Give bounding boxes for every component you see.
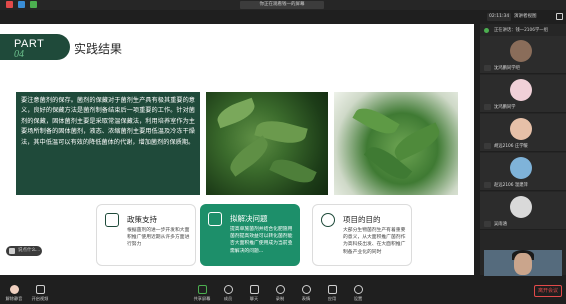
settings-button[interactable]: 设置	[346, 283, 370, 304]
users-icon	[223, 285, 233, 294]
avatar	[510, 79, 532, 101]
participant-tile[interactable]: 胡远2106 庄学暖	[480, 114, 566, 152]
avatar	[510, 196, 532, 218]
handshake-icon	[105, 213, 119, 227]
speaking-indicator: 正在讲话：钱一2106学一组	[480, 26, 566, 35]
participant-name: 吴雨涵	[494, 222, 507, 227]
slide-body-text: 要注意菌剂的保存。菌剂的保藏对于菌剂生产具有极其重要的意义，良好的保藏方法是菌剂…	[16, 92, 200, 195]
share-screen-button[interactable]: 共享屏幕	[190, 283, 214, 304]
speaking-dot-icon	[484, 28, 489, 33]
grid-icon	[327, 285, 337, 294]
fullscreen-icon[interactable]	[556, 13, 563, 20]
smile-icon	[301, 285, 311, 294]
card-title: 政策支持	[127, 215, 157, 224]
record-icon	[275, 285, 285, 294]
meeting-toolbar: 解除静音 开启视频 共享屏幕 成员 聊天 录制 表情 应用 设置	[0, 283, 566, 304]
tool-label: 解除静音	[5, 296, 23, 301]
tool-label: 设置	[353, 296, 363, 301]
chat-bubble-icon	[249, 285, 259, 294]
participant-panel: 正在讲话：钱一2106学一组 沈鸿鹏同学吧 沈鸿鹏同学 胡远2106 庄学暖 赵…	[480, 24, 566, 276]
mic-off-icon	[484, 143, 491, 149]
title-bar: 你正在观看钱一的屏幕	[0, 0, 566, 10]
plant-photo-light	[334, 92, 458, 195]
tool-label: 聊天	[249, 296, 259, 301]
gear-icon	[353, 285, 363, 294]
chat-button[interactable]: 聊天	[242, 283, 266, 304]
card-body: 大部分生物菌剂生产有着重要的意义，从大面积推广菌剂作为高科技出发、在大面积推广制…	[343, 228, 406, 255]
mic-off-icon	[484, 182, 491, 188]
tool-label: 应用	[327, 296, 337, 301]
unmute-button[interactable]: 解除静音	[2, 283, 26, 304]
video-person-face	[514, 253, 532, 275]
avatar	[510, 40, 532, 62]
participant-name: 沈鸿鹏同学吧	[494, 66, 520, 71]
shared-slide: PART 04 实践结果 要注意菌剂的保存。菌剂的保藏对于菌剂生产具有极其重要的…	[0, 24, 474, 275]
title-bar-icons	[6, 1, 37, 8]
meeting-window: 你正在观看钱一的屏幕 02:11:34 演讲者视图 PART 04 实践结果 要…	[0, 0, 566, 304]
record-button[interactable]: 录制	[268, 283, 292, 304]
speaking-label: 正在讲话：钱一2106学一组	[494, 28, 548, 33]
speaker-view-button[interactable]: 演讲者视图	[514, 13, 537, 21]
participant-name: 沈鸿鹏同学	[494, 105, 516, 110]
participant-tile[interactable]: 沈鸿鹏同学吧	[480, 36, 566, 74]
camera-icon	[35, 285, 45, 294]
leave-meeting-button[interactable]: 离开会议	[534, 285, 562, 297]
card-project-goal: 项目的目的 大部分生物菌剂生产有着重要的意义，从大面积推广菌剂作为高科技出发、在…	[312, 204, 412, 266]
apps-button[interactable]: 应用	[320, 283, 344, 304]
mic-icon	[9, 285, 19, 294]
plant-photo-dark	[206, 92, 328, 195]
reaction-button[interactable]: 表情	[294, 283, 318, 304]
signal-icon	[30, 1, 37, 8]
mic-off-icon	[484, 221, 491, 227]
view-bar: 02:11:34 演讲者视图	[0, 10, 566, 24]
mic-off-icon	[484, 65, 491, 71]
avatar	[510, 157, 532, 179]
card-body: 根据菌剂的进一步开发和大面积推广使用近期从许多方面进行努力	[127, 228, 190, 248]
card-policy-support: 政策支持 根据菌剂的进一步开发和大面积推广使用近期从许多方面进行努力	[96, 204, 196, 266]
avatar	[510, 118, 532, 140]
tool-label: 共享屏幕	[193, 296, 211, 301]
video-button[interactable]: 开启视频	[28, 283, 52, 304]
participant-tile[interactable]: 赵远2106 温建萍	[480, 153, 566, 191]
participants-button[interactable]: 成员	[216, 283, 240, 304]
chat-icon	[9, 248, 15, 254]
card-title: 拟解决问题	[230, 214, 268, 223]
tool-label: 录制	[275, 296, 285, 301]
image-icon	[208, 212, 222, 226]
tool-label: 开启视频	[31, 296, 49, 301]
info-icon[interactable]	[18, 1, 25, 8]
participant-name: 赵远2106 温建萍	[494, 183, 528, 188]
active-video-tile[interactable]	[484, 250, 562, 276]
database-icon	[321, 213, 335, 227]
card-body: 提高单施菌剂并结合化肥施用菌剂提高效益可以转化菌剂能否大面积推广使用成为当前亟需…	[230, 227, 293, 254]
mic-off-icon	[484, 104, 491, 110]
share-title: 你正在观看钱一的屏幕	[240, 1, 324, 9]
tool-label: 表情	[301, 296, 311, 301]
card-problems: 拟解决问题 提高单施菌剂并结合化肥施用菌剂提高效益可以转化菌剂能否大面积推广使用…	[200, 204, 300, 266]
chat-input[interactable]: 说点什么...	[6, 246, 42, 256]
share-screen-icon	[197, 285, 207, 294]
meeting-timer: 02:11:34	[487, 13, 512, 21]
slide-title: 实践结果	[74, 42, 123, 56]
participant-tile[interactable]: 吴雨涵	[480, 192, 566, 230]
card-title: 项目的目的	[343, 215, 381, 224]
record-icon[interactable]	[6, 1, 13, 8]
chat-placeholder: 说点什么...	[18, 248, 41, 253]
participant-tile[interactable]: 沈鸿鹏同学	[480, 75, 566, 113]
participant-name: 胡远2106 庄学暖	[494, 144, 528, 149]
part-number: 04	[14, 49, 24, 60]
tool-label: 成员	[223, 296, 233, 301]
